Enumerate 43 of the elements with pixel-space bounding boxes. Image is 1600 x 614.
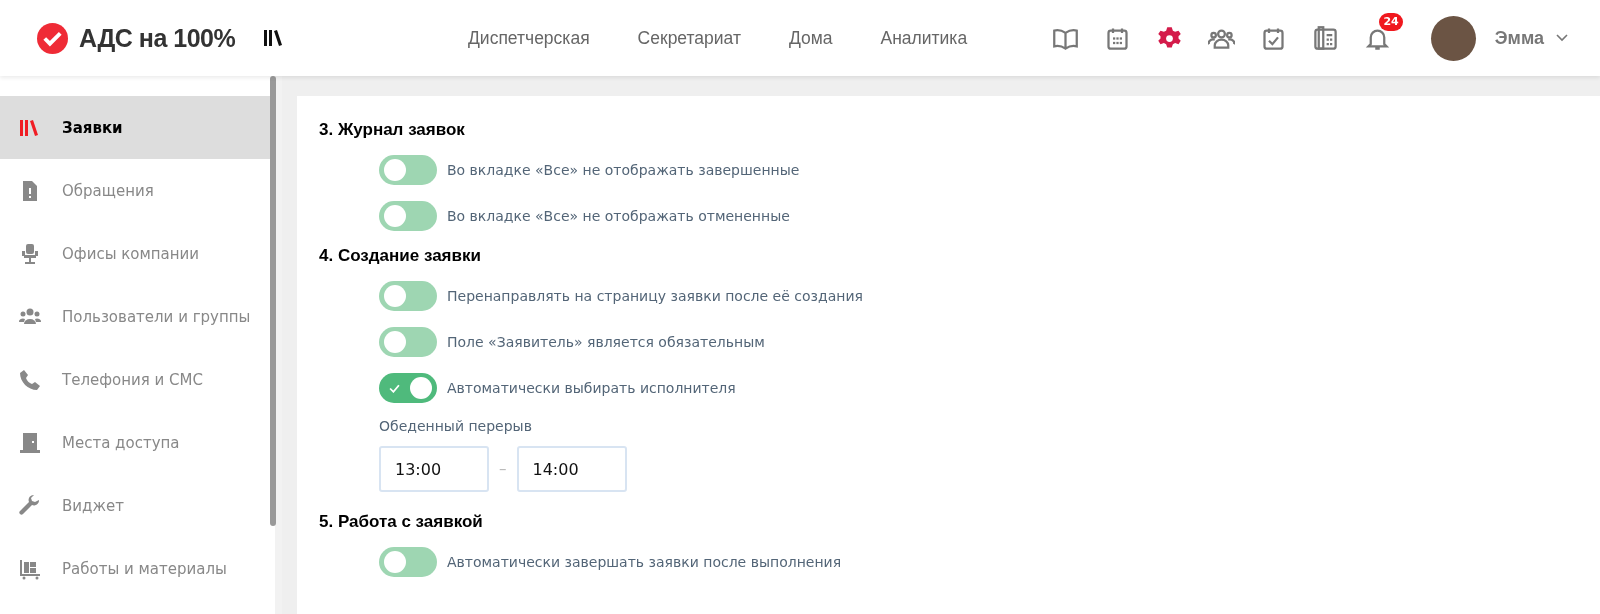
time-input-field[interactable]: 13:00 [379,446,489,492]
nav-link[interactable]: Аналитика [880,27,968,49]
toggle-label: Автоматически завершать заявки после выполнения [447,553,842,570]
field-label: Обеденный перерыв [379,418,533,434]
toggle-switch[interactable] [379,326,437,357]
section-title: 4. Создание заявки [319,246,482,266]
avatar-placeholder[interactable] [1430,15,1476,61]
section-title: 3. Журнал заявок [319,120,466,140]
notification-badge: 24 [1379,12,1403,31]
toggle-label: Во вкладке «Все» не отображать завершенные [447,161,800,178]
toggle-switch[interactable] [379,372,437,403]
door-icon [18,430,42,455]
time-input-field[interactable]: 14:00 [516,446,627,492]
sidebar-item[interactable]: Телефония и СМС [0,348,272,411]
toggle-switch[interactable] [379,154,437,185]
toggle-label: Автоматически выбирать исполнителя [447,379,736,396]
sidebar-item[interactable]: Пользователи и группы [0,285,272,348]
toggle-switch[interactable] [379,200,437,231]
toggle-label: Поле «Заявитель» является обязательным [447,333,765,350]
nav-link[interactable]: Секретариат [637,27,741,49]
range-separator: – [499,460,507,478]
sidebar-item[interactable]: Офисы компании [0,222,272,285]
scrollbar[interactable] [270,76,276,526]
toggle-label: Перенаправлять на страницу заявки после её создания [447,287,863,304]
check-icon [389,383,400,393]
phone-icon[interactable] [1311,24,1339,52]
sidebar-item[interactable]: Обращения [0,159,272,222]
sidebar-item[interactable]: Места доступа [0,411,272,474]
nav-link[interactable]: Диспетчерская [468,27,590,49]
wrench-icon [18,493,42,518]
section-title: 5. Работа с заявкой [319,512,484,532]
sidebar-item[interactable]: Заявки [0,96,272,159]
user-name[interactable]: Эмма [1494,27,1544,49]
sidebar-item[interactable]: Работы и материалы [0,537,272,600]
phone-handset-icon [18,367,42,392]
logo-text: АДС на 100% [79,23,236,53]
toggle-switch[interactable] [379,280,437,311]
toggle-switch[interactable] [379,546,437,577]
caret-icon[interactable] [1556,34,1568,42]
nav-link[interactable]: Дома [788,27,833,49]
toggle-label: Во вкладке «Все» не отображать отмененные [447,207,790,224]
logo-check-icon [37,22,68,54]
sidebar-item[interactable]: Виджет [0,474,272,537]
